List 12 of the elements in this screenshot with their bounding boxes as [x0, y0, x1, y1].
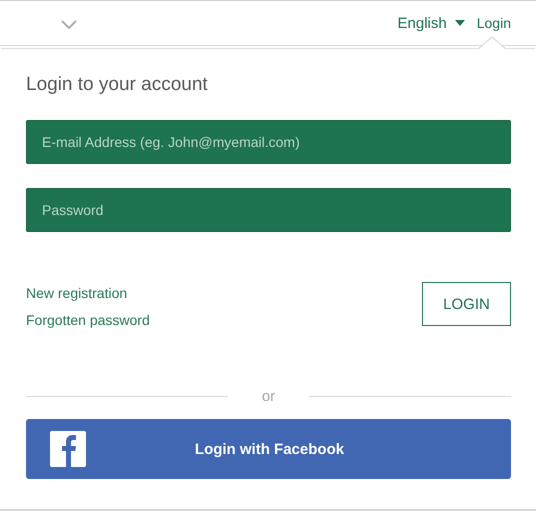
- account-link[interactable]: Forgotten password: [26, 312, 150, 328]
- input-field[interactable]: E-mail Address (eg. John@myemail.com): [26, 120, 511, 164]
- caret-icon[interactable]: [454, 20, 465, 26]
- input-field[interactable]: Password: [26, 188, 511, 232]
- divider-label: or: [262, 388, 276, 405]
- login-title: Login to your account: [26, 74, 209, 96]
- language-selector[interactable]: English: [398, 14, 447, 32]
- login-button[interactable]: LOGIN: [422, 282, 511, 326]
- facebook-logo-icon: [50, 431, 86, 467]
- account-link[interactable]: New registration: [26, 285, 150, 301]
- login-link[interactable]: Login: [476, 15, 511, 31]
- facebook-login-button[interactable]: Login with Facebook: [26, 419, 511, 479]
